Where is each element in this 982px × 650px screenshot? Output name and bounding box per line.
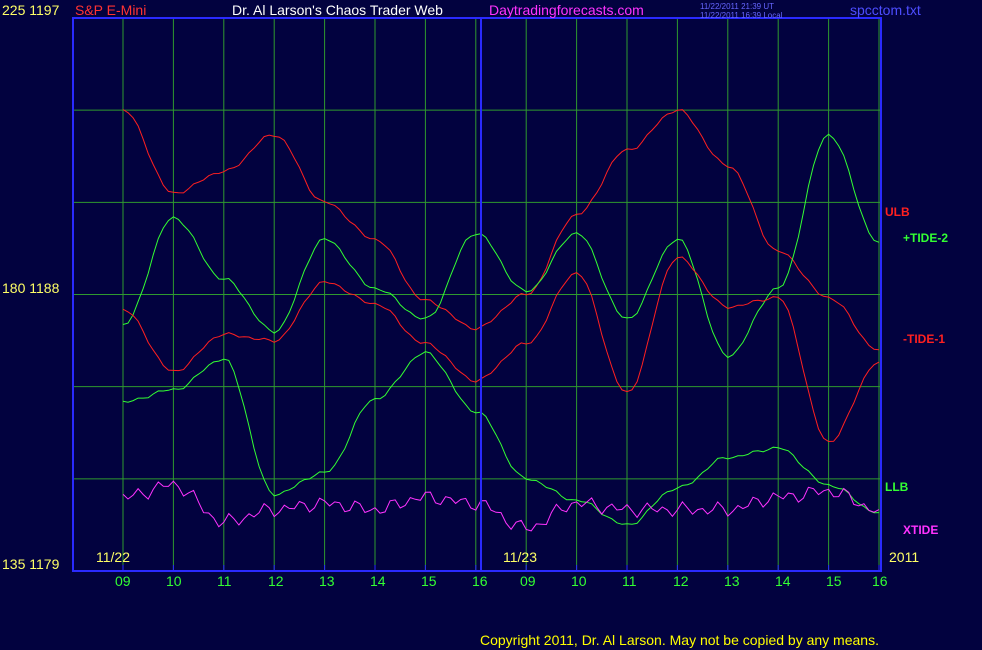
series-label-tide-plus: +TIDE-2 <box>903 231 949 245</box>
hour-label: 13 <box>724 573 740 589</box>
y-label-mid: 180 1188 <box>2 280 60 296</box>
date-label-year: 2011 <box>889 549 920 565</box>
series-label-ulb: ULB <box>885 205 910 219</box>
hour-label: 09 <box>520 573 536 589</box>
copyright: Copyright 2011, Dr. Al Larson. May not b… <box>480 632 879 648</box>
series-label-xtide: XTIDE <box>903 523 939 537</box>
y-label-bottom: 135 1179 <box>2 556 60 572</box>
time-local: 11/22/2011 16:39 Local <box>700 11 783 20</box>
time-ut: 11/22/2011 21:39 UT <box>700 2 774 11</box>
hour-label: 13 <box>319 573 335 589</box>
hour-label: 12 <box>268 573 284 589</box>
chart-svg <box>0 0 982 650</box>
hour-label: 15 <box>826 573 842 589</box>
hour-label: 11 <box>217 573 232 589</box>
hour-label: 16 <box>872 573 888 589</box>
date-label-day1: 11/22 <box>96 549 130 565</box>
hour-label: 14 <box>370 573 386 589</box>
series-label-llb: LLB <box>885 480 909 494</box>
chart-title: Dr. Al Larson's Chaos Trader Web <box>232 2 443 18</box>
date-label-day2: 11/23 <box>503 549 537 565</box>
hour-label: 12 <box>673 573 689 589</box>
file-label: spcctom.txt <box>850 2 921 18</box>
hour-label: 09 <box>115 573 131 589</box>
symbol-label: S&P E-Mini <box>75 2 147 18</box>
y-label-top: 225 1197 <box>2 2 60 18</box>
hour-label: 15 <box>421 573 437 589</box>
hour-label: 14 <box>775 573 791 589</box>
hour-label: 16 <box>472 573 488 589</box>
site-label: Daytradingforecasts.com <box>489 2 644 18</box>
hour-label: 11 <box>622 573 637 589</box>
series-label-tide-minus: -TIDE-1 <box>903 332 945 346</box>
chart-background <box>0 0 982 650</box>
hour-label: 10 <box>571 573 587 589</box>
hour-label: 10 <box>166 573 182 589</box>
